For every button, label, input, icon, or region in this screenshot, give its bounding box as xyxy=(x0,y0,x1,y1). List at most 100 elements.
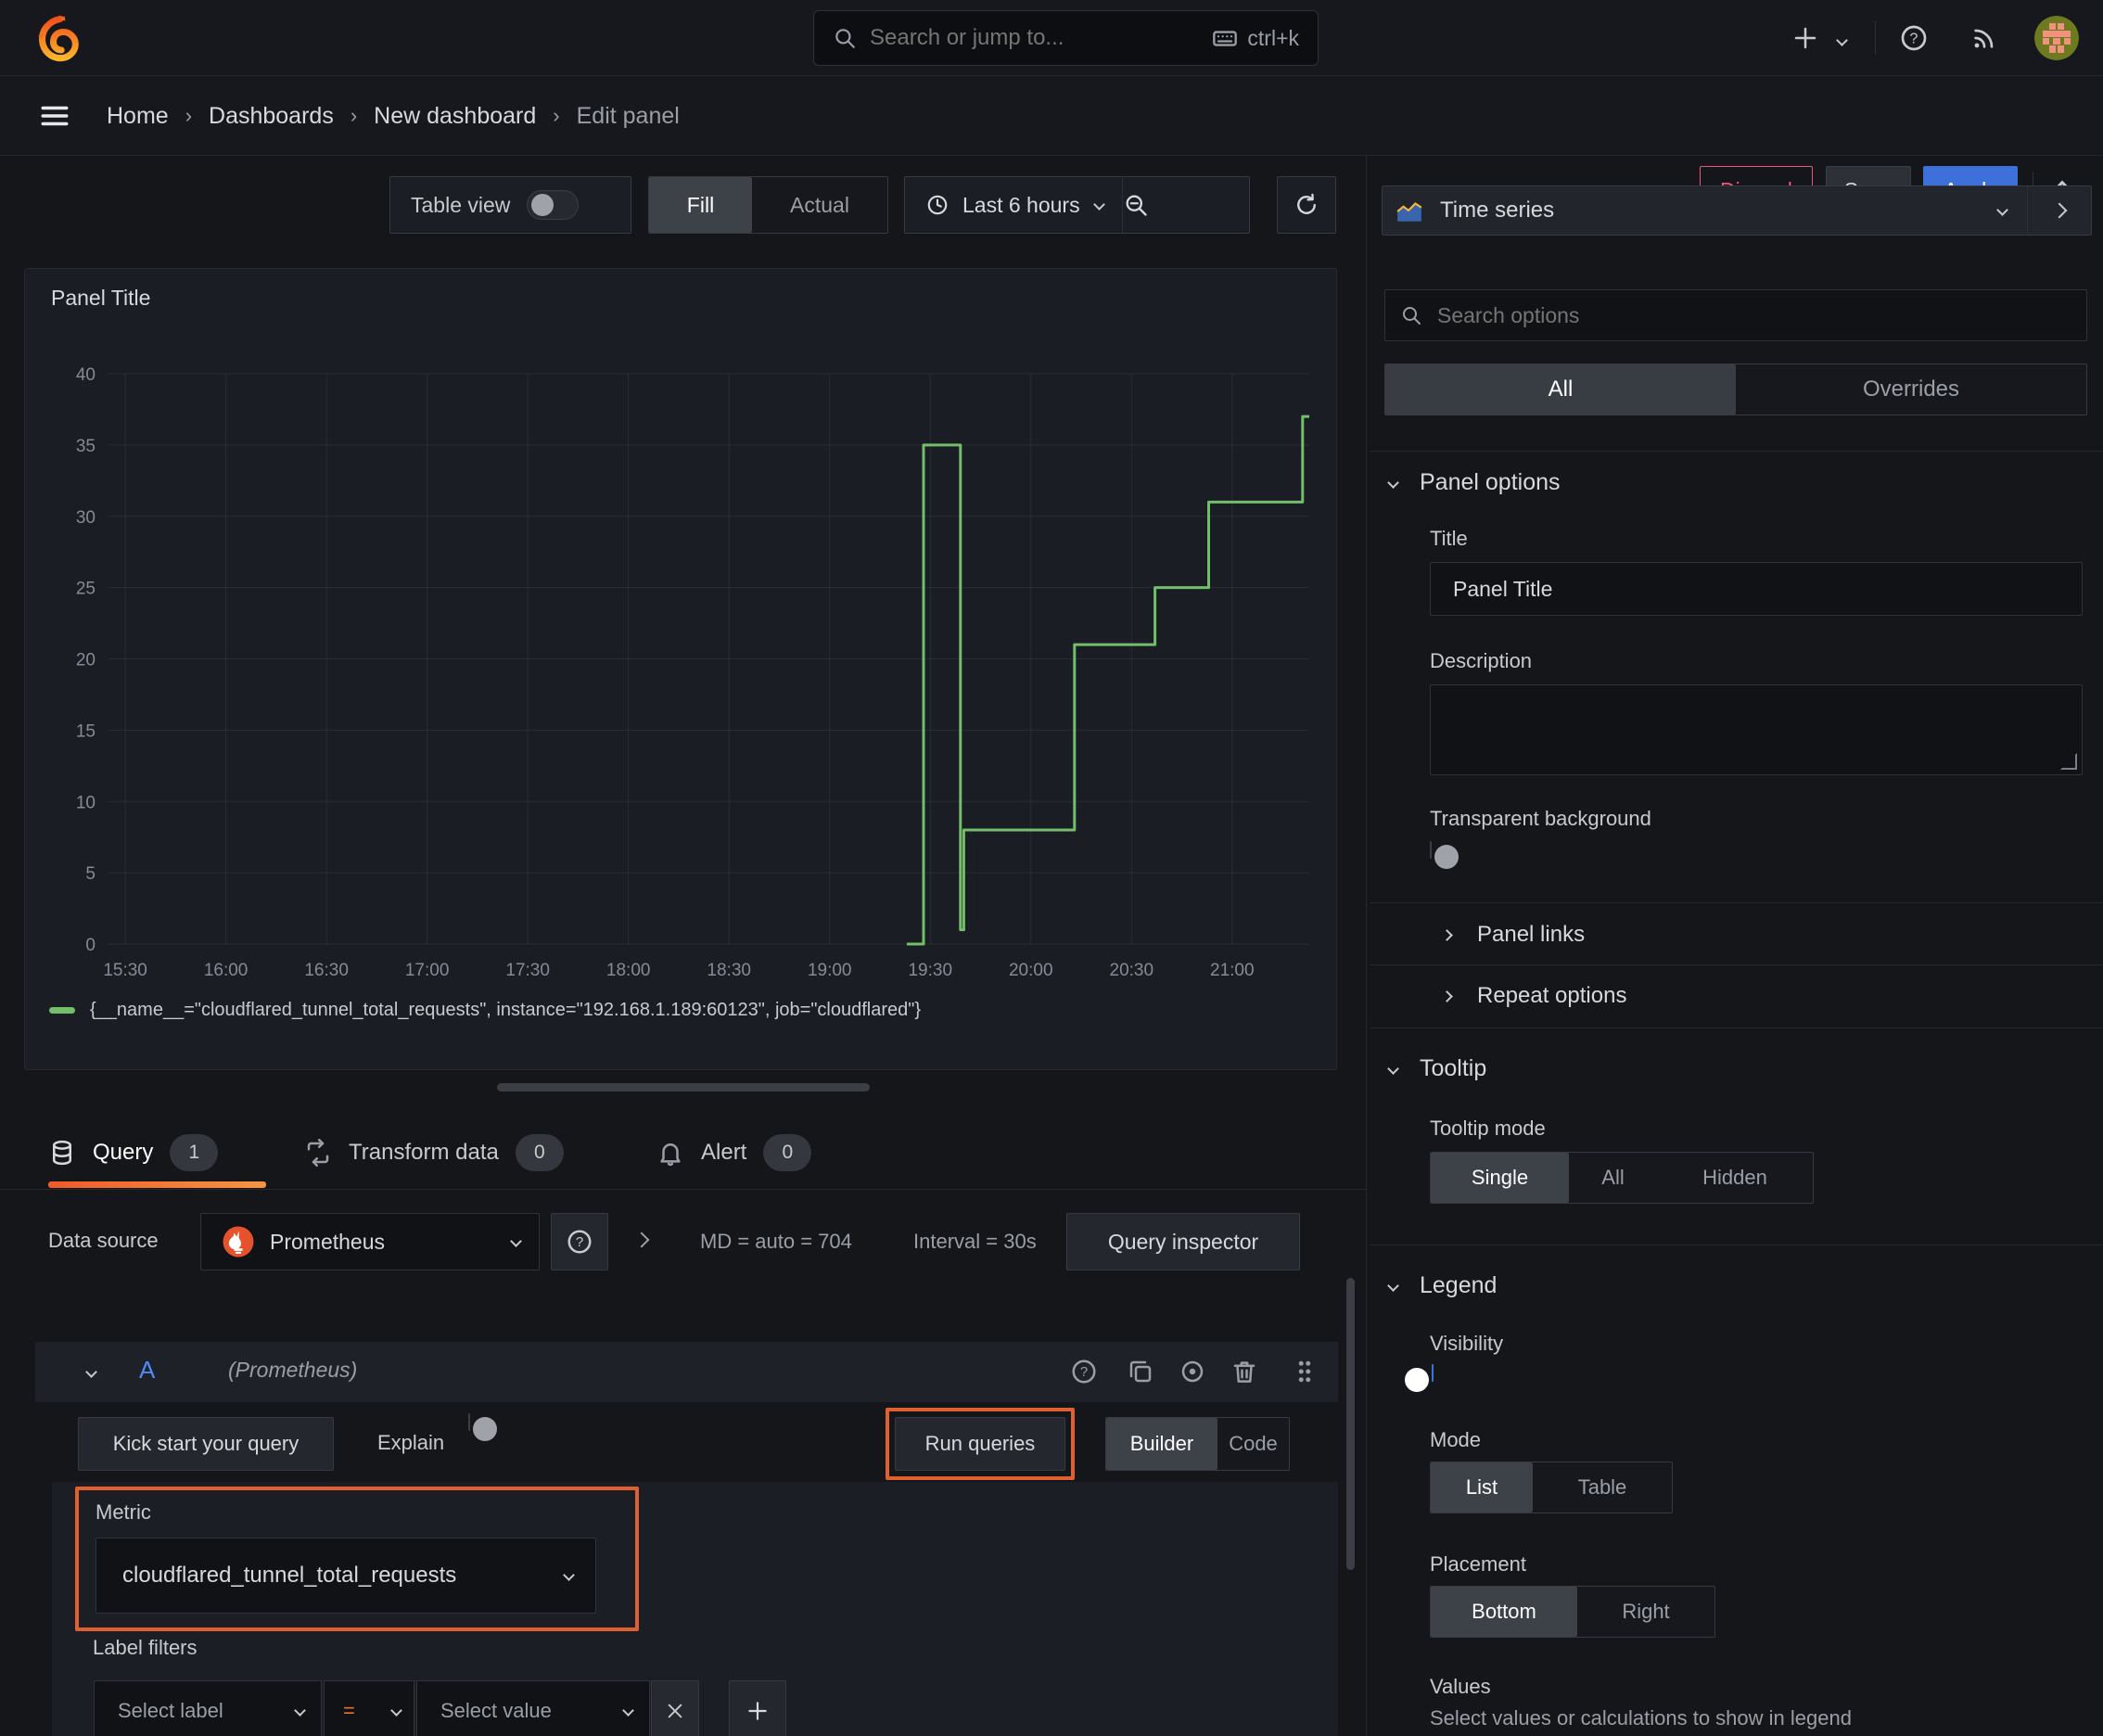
tab-overrides[interactable]: Overrides xyxy=(1736,364,2086,415)
code-option[interactable]: Code xyxy=(1217,1418,1289,1470)
table-view-toggle[interactable] xyxy=(527,190,580,220)
panel-links-label: Panel links xyxy=(1477,922,1586,947)
tooltip-header[interactable]: Tooltip xyxy=(1387,1048,1486,1089)
metric-label: Metric xyxy=(96,1500,151,1524)
legend-placement-right[interactable]: Right xyxy=(1577,1587,1714,1637)
query-ref-id[interactable]: A xyxy=(139,1356,155,1385)
svg-text:10: 10 xyxy=(76,793,96,812)
tab-alert[interactable]: Alert 0 xyxy=(656,1117,812,1188)
tab-all[interactable]: All xyxy=(1385,364,1736,415)
metric-chevron-icon xyxy=(563,1567,575,1584)
repeat-options-header[interactable]: Repeat options xyxy=(1441,974,1626,1018)
clock-icon xyxy=(925,193,950,217)
legend-title: Legend xyxy=(1420,1271,1498,1298)
query-row-chevron-icon[interactable] xyxy=(85,1364,97,1381)
builder-option[interactable]: Builder xyxy=(1106,1418,1217,1470)
description-textarea[interactable] xyxy=(1430,684,2083,775)
svg-text:25: 25 xyxy=(76,580,96,599)
help-icon[interactable]: ? xyxy=(1899,23,1929,53)
vertical-scrollbar[interactable] xyxy=(1346,1278,1355,1570)
tooltip-mode-hidden[interactable]: Hidden xyxy=(1657,1153,1813,1203)
horizontal-scrollbar[interactable] xyxy=(497,1083,870,1091)
tab-transform[interactable]: Transform data 0 xyxy=(304,1117,564,1188)
legend-header[interactable]: Legend xyxy=(1387,1265,1498,1306)
add-icon[interactable] xyxy=(1791,24,1819,52)
time-range-label[interactable]: Last 6 hours xyxy=(962,193,1080,218)
label-filter-operator[interactable]: = xyxy=(324,1680,414,1736)
viz-picker-label[interactable]: Time series xyxy=(1440,198,1998,223)
add-filter-button[interactable] xyxy=(729,1680,786,1736)
avatar[interactable] xyxy=(2034,16,2079,60)
hide-response-eye-icon[interactable] xyxy=(1179,1358,1206,1385)
tab-query[interactable]: Query 1 xyxy=(48,1117,219,1188)
transparent-background-label: Transparent background xyxy=(1430,807,1651,830)
breadcrumb: Home › Dashboards › New dashboard › Edit… xyxy=(107,76,680,156)
kickstart-query-button[interactable]: Kick start your query xyxy=(78,1417,334,1471)
legend-placement-label: Placement xyxy=(1430,1552,1526,1576)
add-menu-chevron-icon[interactable] xyxy=(1836,32,1848,49)
viz-picker-chevron-icon[interactable] xyxy=(1996,202,2008,219)
grafana-logo[interactable] xyxy=(35,14,83,62)
metric-select[interactable]: cloudflared_tunnel_total_requests xyxy=(96,1538,596,1614)
transparent-background-toggle[interactable] xyxy=(1430,841,1459,869)
svg-text:20:00: 20:00 xyxy=(1009,961,1053,980)
svg-text:5: 5 xyxy=(85,864,96,884)
datasource-help-button[interactable]: ? xyxy=(551,1213,608,1270)
viz-picker: Time series xyxy=(1382,185,2092,236)
datasource-select[interactable]: Prometheus xyxy=(200,1213,540,1270)
menu-icon[interactable] xyxy=(39,100,70,132)
legend-series-label[interactable]: {__name__="cloudflared_tunnel_total_requ… xyxy=(90,1000,921,1021)
legend-mode-table[interactable]: Table xyxy=(1533,1462,1672,1513)
options-search-input[interactable] xyxy=(1437,302,2071,328)
legend-placement-bottom[interactable]: Bottom xyxy=(1431,1587,1577,1637)
visibility-toggle[interactable] xyxy=(1405,1364,1434,1392)
description-label: Description xyxy=(1430,649,1533,672)
query-row-datasource: (Prometheus) xyxy=(228,1358,358,1382)
options-search[interactable] xyxy=(1384,289,2087,341)
svg-text:16:00: 16:00 xyxy=(204,961,249,980)
drag-handle-icon[interactable] xyxy=(1291,1358,1319,1390)
label-filter-select-label[interactable]: Select label xyxy=(94,1680,322,1736)
panel-options-header[interactable]: Panel options xyxy=(1387,462,1561,503)
query-inspector-button[interactable]: Query inspector xyxy=(1066,1213,1300,1270)
run-queries-button[interactable]: Run queries xyxy=(895,1417,1065,1471)
global-search[interactable]: ctrl+k xyxy=(813,10,1319,66)
select-label-placeholder: Select label xyxy=(118,1699,223,1722)
section-chevron-icon xyxy=(1387,1279,1399,1292)
legend-mode-label: Mode xyxy=(1430,1428,1482,1451)
viz-pane-collapse-icon[interactable] xyxy=(2028,202,2091,219)
panel-card: Panel Title 0 5 10 15 20 25 30 35 40 15:30 16:00 16… xyxy=(24,268,1337,1070)
breadcrumb-dashboards[interactable]: Dashboards xyxy=(209,103,334,130)
panel-links-header[interactable]: Panel links xyxy=(1441,913,1586,957)
breadcrumb-home[interactable]: Home xyxy=(107,103,169,130)
zoom-out-icon[interactable] xyxy=(1123,192,1249,218)
keyboard-icon xyxy=(1212,25,1238,51)
help-circle-icon: ? xyxy=(566,1228,593,1256)
legend-placement-segment: Bottom Right xyxy=(1430,1586,1715,1638)
remove-filter-button[interactable] xyxy=(651,1680,699,1736)
chart-legend[interactable]: {__name__="cloudflared_tunnel_total_requ… xyxy=(49,1000,921,1021)
query-help-icon[interactable]: ? xyxy=(1070,1358,1098,1385)
svg-text:?: ? xyxy=(1910,31,1918,46)
tooltip-mode-single[interactable]: Single xyxy=(1431,1153,1569,1203)
global-search-input[interactable] xyxy=(870,25,1213,51)
refresh-button[interactable] xyxy=(1277,176,1336,234)
actual-option[interactable]: Actual xyxy=(752,177,887,233)
row-collapse-chevron-icon[interactable] xyxy=(633,1232,650,1250)
legend-mode-list[interactable]: List xyxy=(1431,1462,1533,1513)
label-filter-select-value[interactable]: Select value xyxy=(416,1680,650,1736)
duplicate-query-icon[interactable] xyxy=(1127,1358,1154,1385)
explain-toggle[interactable] xyxy=(468,1413,497,1441)
tooltip-mode-all[interactable]: All xyxy=(1569,1153,1657,1203)
query-row-header[interactable]: A (Prometheus) ? xyxy=(35,1342,1338,1402)
svg-text:16:30: 16:30 xyxy=(304,961,349,980)
table-view-label: Table view xyxy=(411,192,511,217)
fill-option[interactable]: Fill xyxy=(649,177,752,233)
close-icon xyxy=(665,1701,685,1721)
time-range-chevron-icon[interactable] xyxy=(1092,197,1105,213)
news-rss-icon[interactable] xyxy=(1969,23,1999,53)
breadcrumb-new-dashboard[interactable]: New dashboard xyxy=(374,103,536,130)
panel-title-input[interactable] xyxy=(1430,562,2083,616)
remove-query-trash-icon[interactable] xyxy=(1230,1358,1258,1385)
section-chevron-icon xyxy=(1441,989,1453,1002)
